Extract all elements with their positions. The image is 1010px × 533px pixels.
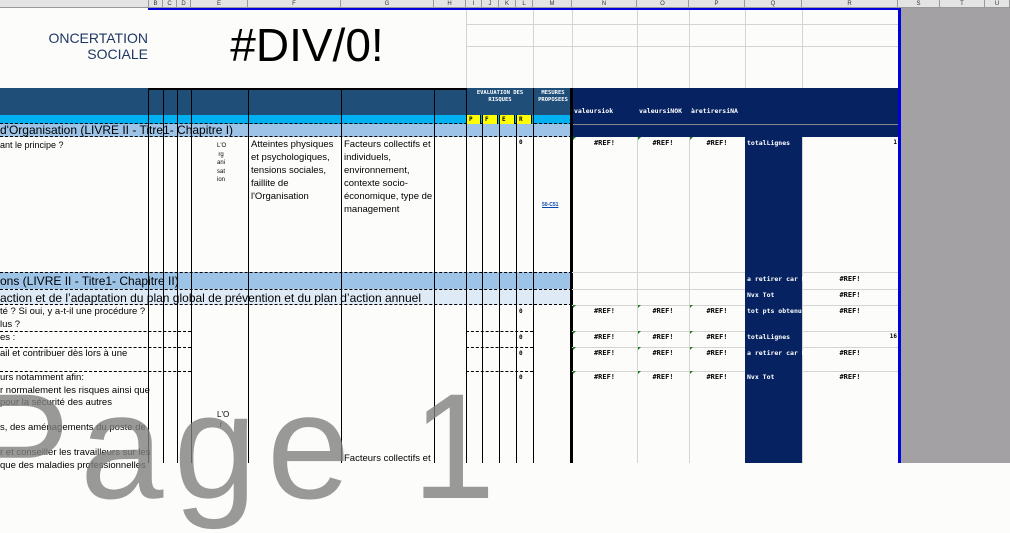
question-row[interactable]: es :: [0, 332, 15, 345]
risk-col-R: R: [517, 115, 532, 124]
summary-value[interactable]: 16: [802, 333, 897, 340]
header-o: valeursiNOK: [639, 107, 683, 115]
ref-cell[interactable]: #REF!: [689, 307, 745, 315]
risk-col-F: F: [483, 115, 498, 124]
question-row[interactable]: ail et contribuer dès lors à une: [0, 348, 127, 361]
title-left: ONCERTATION SOCIALE: [48, 30, 148, 62]
column-header-M[interactable]: M: [533, 0, 572, 8]
column-header-D[interactable]: D: [177, 0, 191, 8]
column-header-E[interactable]: E: [191, 0, 248, 8]
column-header-J[interactable]: J: [482, 0, 499, 8]
column-header-T[interactable]: T: [940, 0, 985, 8]
page-break-line[interactable]: [898, 8, 901, 463]
title-value[interactable]: #DIV/0!: [148, 18, 466, 72]
score-cell[interactable]: 0: [519, 350, 523, 357]
ref-cell[interactable]: #REF!: [572, 373, 637, 381]
page-break-top: [148, 8, 901, 10]
ref-cell[interactable]: #REF!: [637, 307, 689, 315]
column-header-H[interactable]: H: [434, 0, 466, 8]
summary-label: a retirer car NA: [747, 275, 810, 283]
ref-cell[interactable]: #REF!: [637, 373, 689, 381]
facteurs-cell[interactable]: Facteurs collectifs et individuels, envi…: [344, 138, 434, 216]
column-header-R[interactable]: R: [802, 0, 898, 8]
ref-cell[interactable]: #REF!: [572, 349, 637, 357]
summary-label: totalLignes: [747, 333, 791, 341]
question-1[interactable]: ant le principe ?: [0, 139, 64, 152]
column-header-N[interactable]: N: [572, 0, 637, 8]
header-p: àretirersiNA: [691, 107, 738, 115]
summary-label: tot pts obtenu: [747, 307, 802, 315]
column-header-O[interactable]: O: [637, 0, 689, 8]
ref-cell[interactable]: #REF!: [689, 333, 745, 341]
summary-label: Nvx Tot: [747, 291, 775, 299]
score-cell[interactable]: 0: [519, 374, 523, 381]
outside-print-area: [901, 8, 1010, 463]
mesures-link[interactable]: 50-C51: [542, 202, 558, 208]
ref-cell[interactable]: #REF!: [637, 349, 689, 357]
summary-value[interactable]: 1: [802, 139, 897, 146]
summary-value[interactable]: #REF!: [802, 291, 898, 299]
column-header-F[interactable]: F: [248, 0, 341, 8]
summary-value[interactable]: #REF!: [802, 349, 898, 357]
ref-cell[interactable]: #REF!: [572, 307, 637, 315]
ref-cell[interactable]: #REF!: [689, 373, 745, 381]
header-n: valeursiok: [574, 107, 614, 115]
summary-value[interactable]: #REF!: [802, 307, 898, 315]
column-header-Q[interactable]: Q: [745, 0, 802, 8]
dommages-cell[interactable]: Atteintes physiques et psychologiques, t…: [251, 138, 339, 203]
ref-cell[interactable]: #REF!: [689, 349, 745, 357]
ref-cell[interactable]: #REF!: [689, 139, 745, 147]
summary-label-column: [745, 137, 802, 463]
risk-col-P: P: [467, 115, 481, 124]
section-1: d'Organisation (LIVRE II - Titre1- Chapi…: [0, 124, 572, 137]
summary-value[interactable]: #REF!: [802, 275, 898, 283]
score-cell[interactable]: 0: [519, 334, 523, 341]
ref-cell[interactable]: #REF!: [637, 333, 689, 341]
column-header-B[interactable]: B: [149, 0, 163, 8]
score-cell[interactable]: 0: [519, 139, 523, 146]
ref-cell[interactable]: #REF!: [637, 139, 689, 147]
mesures-header: MESURES PROPOSEES: [538, 90, 568, 103]
column-header-L[interactable]: L: [516, 0, 533, 8]
score-cell[interactable]: 0: [519, 308, 523, 315]
column-header-C[interactable]: C: [163, 0, 177, 8]
risk-col-E: E: [500, 115, 515, 124]
column-header-K[interactable]: K: [499, 0, 516, 8]
column-header-I[interactable]: I: [466, 0, 482, 8]
summary-label: a retirer car NA: [747, 349, 810, 357]
section-3: action et de l’adaptation du plan global…: [0, 289, 572, 305]
summary-label: Nvx Tot: [747, 373, 775, 381]
ref-cell[interactable]: #REF!: [572, 139, 637, 147]
section-2: ons (LIVRE II - Titre1- Chapitre II): [0, 272, 572, 289]
column-header-U[interactable]: U: [985, 0, 1010, 8]
evaluation-header: EVALUATION DES RISQUES: [476, 90, 524, 103]
column-header-G[interactable]: G: [341, 0, 434, 8]
summary-value[interactable]: #REF!: [802, 373, 898, 381]
question-row[interactable]: té ? Si oui, y a-t-il une procédure ? lu…: [0, 306, 145, 331]
consequence-vertical: L'Organisation: [217, 143, 227, 183]
ref-cell[interactable]: #REF!: [572, 333, 637, 341]
column-header-S[interactable]: S: [898, 0, 940, 8]
summary-label: totalLignes: [747, 139, 791, 147]
page-watermark: Page 1: [0, 362, 506, 530]
column-header-P[interactable]: P: [689, 0, 745, 8]
